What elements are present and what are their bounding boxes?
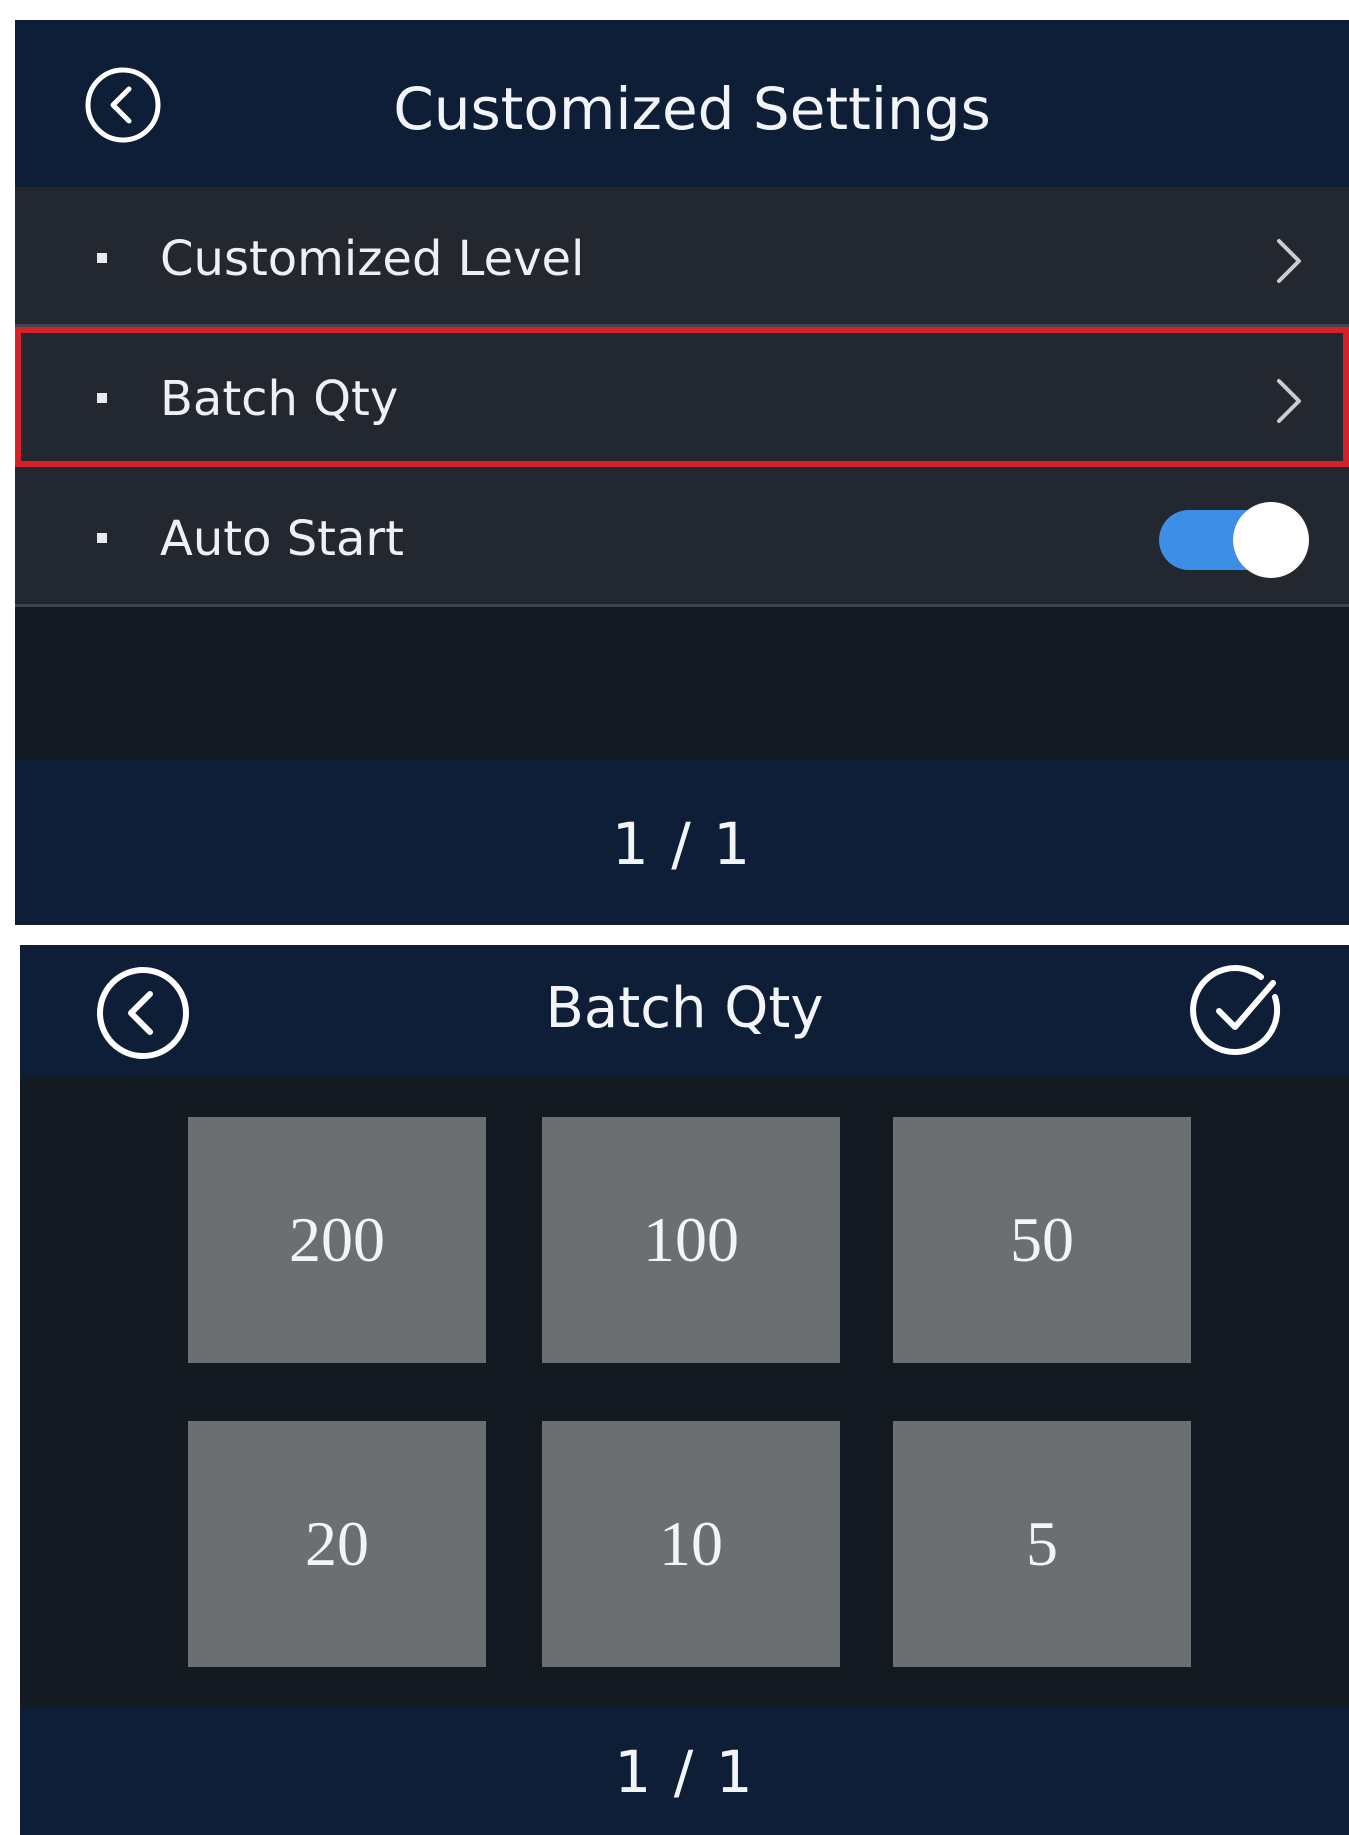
footer-bar: 1 / 1 <box>15 760 1349 925</box>
page-indicator: 1 / 1 <box>611 810 753 878</box>
qty-option-200[interactable]: 200 <box>188 1117 486 1363</box>
auto-start-toggle[interactable] <box>1159 502 1309 578</box>
qty-option-5[interactable]: 5 <box>893 1421 1191 1667</box>
page-title: Batch Qty <box>545 976 824 1041</box>
toggle-knob <box>1233 502 1309 578</box>
footer-bar: 1 / 1 <box>20 1707 1349 1835</box>
qty-option-100[interactable]: 100 <box>542 1117 840 1363</box>
bullet-icon <box>97 393 107 403</box>
confirm-check-icon[interactable] <box>1185 959 1291 1065</box>
bullet-icon <box>97 533 107 543</box>
chevron-right-icon <box>1277 239 1301 283</box>
customized-settings-screen: Customized Settings Customized Level Bat… <box>15 20 1349 925</box>
page-title: Customized Settings <box>393 75 991 143</box>
settings-list: Customized Level Batch Qty Auto Start <box>15 187 1349 607</box>
bullet-icon <box>97 253 107 263</box>
setting-label: Batch Qty <box>160 371 399 427</box>
setting-label: Auto Start <box>160 511 404 567</box>
qty-option-20[interactable]: 20 <box>188 1421 486 1667</box>
page-indicator: 1 / 1 <box>614 1738 755 1806</box>
setting-row-auto-start: Auto Start <box>15 467 1349 607</box>
setting-row-batch-qty[interactable]: Batch Qty <box>15 327 1349 467</box>
chevron-right-icon <box>1277 379 1301 423</box>
header-bar: Batch Qty <box>20 945 1349 1077</box>
batch-qty-screen: Batch Qty 200 100 50 20 10 5 1 / 1 <box>20 945 1349 1835</box>
header-bar: Customized Settings <box>15 20 1349 187</box>
qty-option-10[interactable]: 10 <box>542 1421 840 1667</box>
setting-row-customized-level[interactable]: Customized Level <box>15 187 1349 327</box>
setting-label: Customized Level <box>160 231 585 287</box>
qty-option-50[interactable]: 50 <box>893 1117 1191 1363</box>
